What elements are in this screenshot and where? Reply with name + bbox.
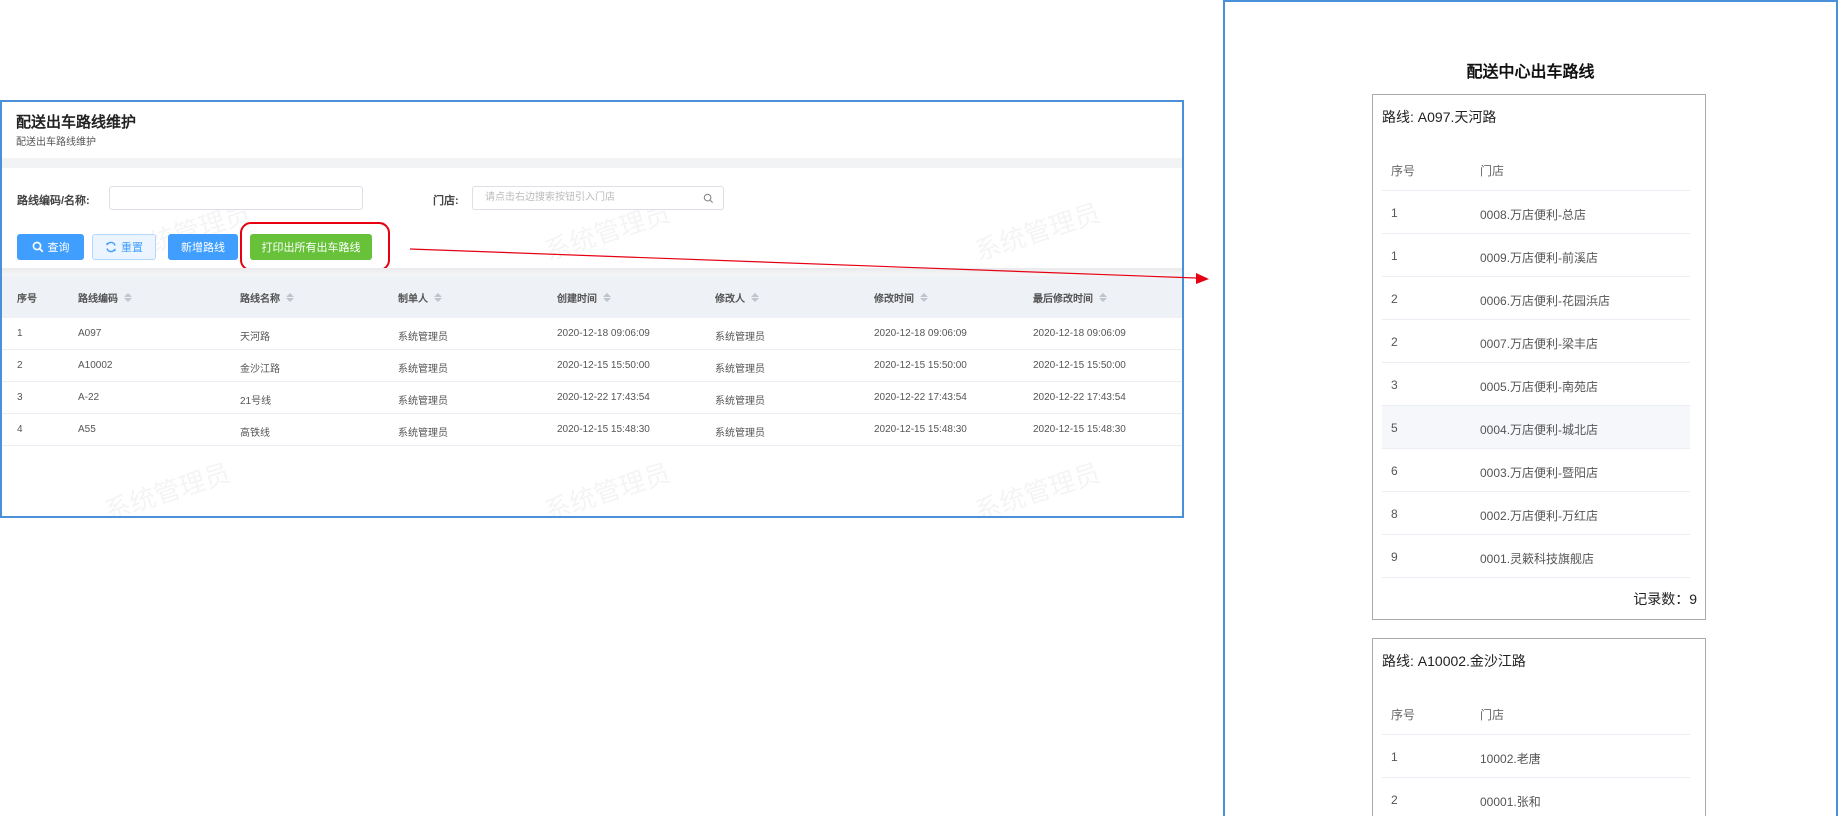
watermark: 系统管理员 — [969, 193, 1104, 268]
route-code-input[interactable] — [109, 186, 363, 210]
breadcrumb: 配送出车路线维护 — [16, 137, 96, 148]
sort-icon[interactable] — [751, 293, 759, 302]
column-header-modified[interactable]: 修改时间 — [874, 290, 928, 305]
route-name: 路线: A10002.金沙江路 — [1382, 653, 1526, 669]
search-icon — [32, 241, 43, 253]
route-card: 路线: A10002.金沙江路 序号 门店 1 10002.老唐 2 00001.张… — [1372, 638, 1706, 816]
route-card: 路线: A097.天河路 序号 门店 1 0008.万店便利-总店 1 0009.万… — [1372, 94, 1706, 620]
add-route-button[interactable]: 新增路线 — [168, 234, 238, 260]
route-name: 路线: A097.天河路 — [1382, 109, 1497, 125]
table-row[interactable]: 1 A097 天河路 系统管理员 2020-12-18 09:06:09 系统管… — [2, 318, 1182, 350]
route-table-row: 1 0008.万店便利-总店 — [1382, 191, 1690, 234]
column-header-last-modified[interactable]: 最后修改时间 — [1033, 290, 1107, 305]
route-table-row: 9 0001.灵簌科技旗舰店 — [1382, 535, 1690, 578]
route-table-row: 2 00001.张和 — [1382, 778, 1690, 816]
page-title: 配送出车路线维护 — [16, 114, 137, 131]
route-table-row: 8 0002.万店便利-万红店 — [1382, 492, 1690, 535]
refresh-icon — [106, 241, 116, 253]
route-table-row: 3 0005.万店便利-南苑店 — [1382, 363, 1690, 406]
table-row[interactable]: 4 A55 高铁线 系统管理员 2020-12-15 15:48:30 系统管理… — [2, 414, 1182, 446]
print-preview-window: 配送中心出车路线 路线: A097.天河路 序号 门店 1 0008.万店便利-总… — [1223, 0, 1838, 816]
sort-icon[interactable] — [920, 293, 928, 302]
column-header-created[interactable]: 创建时间 — [557, 290, 611, 305]
column-header-modifier[interactable]: 修改人 — [715, 290, 759, 305]
reset-button-label: 重置 — [121, 242, 143, 254]
column-header-name[interactable]: 路线名称 — [240, 290, 294, 305]
print-title: 配送中心出车路线 — [1466, 64, 1595, 81]
reset-button[interactable]: 重置 — [92, 234, 156, 260]
route-table-row: 1 10002.老唐 — [1382, 735, 1690, 778]
sort-icon[interactable] — [1099, 293, 1107, 302]
store-input[interactable]: 请点击右边搜索按钮引入门店 — [472, 186, 695, 210]
column-header-seq: 序号 — [17, 294, 37, 305]
sort-icon[interactable] — [603, 293, 611, 302]
query-button-label: 查询 — [47, 242, 70, 254]
route-table-row: 5 0004.万店便利-城北店 — [1382, 406, 1690, 449]
sort-icon[interactable] — [286, 293, 294, 302]
column-header-creator[interactable]: 制单人 — [398, 290, 442, 305]
section-separator — [2, 268, 1182, 276]
route-table-header: 序号 门店 — [1382, 691, 1690, 735]
header-divider — [2, 158, 1182, 168]
route-table-row: 2 0007.万店便利-梁丰店 — [1382, 320, 1690, 363]
sort-icon[interactable] — [434, 293, 442, 302]
route-table-row: 6 0003.万店便利-暨阳店 — [1382, 449, 1690, 492]
search-icon — [703, 193, 714, 203]
query-button[interactable]: 查询 — [17, 234, 84, 260]
table-row[interactable]: 2 A10002 金沙江路 系统管理员 2020-12-15 15:50:00 … — [2, 350, 1182, 382]
watermark: 系统管理员 — [99, 453, 234, 516]
sort-icon[interactable] — [124, 293, 132, 302]
store-search-button[interactable] — [694, 186, 724, 210]
annotation-highlight — [240, 222, 390, 271]
route-table-header: 序号 门店 — [1382, 147, 1690, 191]
record-count: 记录数：9 — [1633, 591, 1697, 607]
column-header-code[interactable]: 路线编码 — [78, 290, 132, 305]
table-row[interactable]: 3 A-22 21号线 系统管理员 2020-12-22 17:43:54 系统… — [2, 382, 1182, 414]
route-table-row: 2 0006.万店便利-花园浜店 — [1382, 277, 1690, 320]
route-maintenance-window: 配送出车路线维护 配送出车路线维护 系统管理员 系统管理员 系统管理员 系统管理… — [0, 100, 1184, 518]
route-table-row: 1 0009.万店便利-前溪店 — [1382, 234, 1690, 277]
watermark: 系统管理员 — [969, 453, 1104, 516]
table-header: 序号 路线编码 路线名称 制单人 创建时间 修改人 修改时间 最后修改时间 — [2, 276, 1182, 318]
store-label: 门店: — [433, 195, 459, 207]
route-code-label: 路线编码/名称: — [17, 195, 90, 207]
watermark: 系统管理员 — [539, 453, 674, 516]
